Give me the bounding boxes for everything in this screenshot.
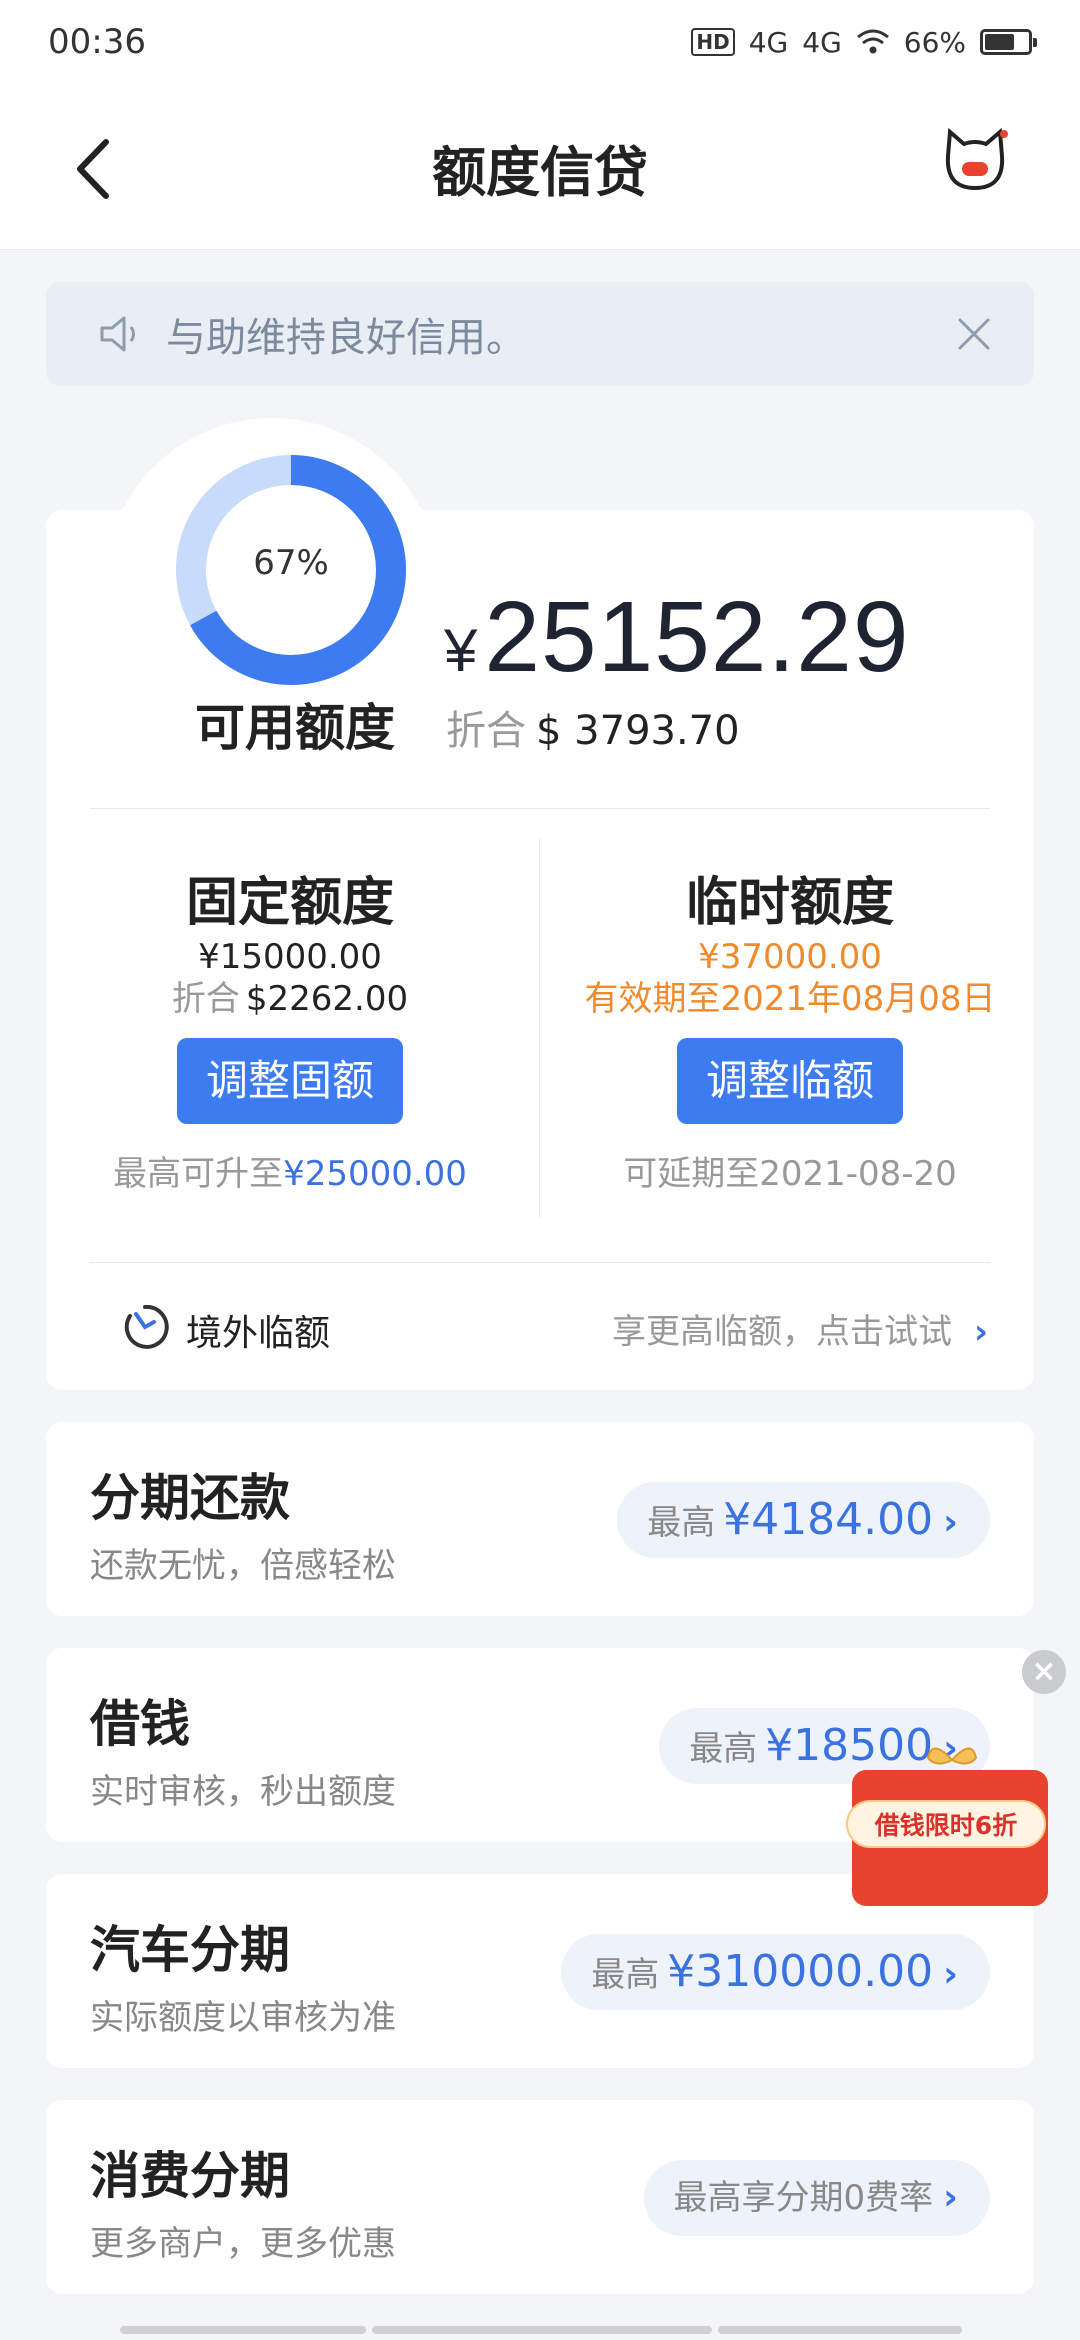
product-subtitle: 还款无忧，倍感轻松 <box>90 1546 396 1586</box>
notice-text: 与助维持良好信用。 <box>166 315 526 361</box>
temp-credit-title: 临时额度 <box>685 873 894 933</box>
home-indicator-2 <box>372 2326 712 2334</box>
product-title: 汽车分期 <box>90 1921 290 1979</box>
chevron-right-icon: › <box>943 1502 958 1543</box>
status-bar: 00:36 HD 4G 4G 66% <box>0 0 1080 84</box>
available-usd: 折合 $ 3793.70 <box>446 698 740 756</box>
chevron-right-icon: › <box>943 2177 958 2218</box>
product-title: 借钱 <box>90 1695 190 1753</box>
product-title: 分期还款 <box>90 1469 290 1527</box>
product-limit-pill[interactable]: 最高 ¥4184.00 › <box>617 1482 990 1558</box>
pill-prefix: 最高 <box>591 1955 660 1995</box>
wifi-icon <box>856 29 889 54</box>
fixed-credit-usd: 折合 $2262.00 <box>70 978 510 1020</box>
usd-prefix: 折合 <box>446 708 526 754</box>
ring-percent-label: 67% <box>253 543 329 583</box>
installment-repay-card[interactable]: 分期还款 还款无忧，倍感轻松 最高 ¥4184.00 › <box>46 1422 1034 1616</box>
fixed-max-text: 最高可升至¥25000.00 <box>70 1146 510 1195</box>
page-title: 额度信贷 <box>432 141 648 204</box>
bow-icon <box>926 1747 978 1765</box>
pill-value: ¥4184.00 <box>723 1494 934 1545</box>
home-indicator <box>120 2326 366 2334</box>
fixed-credit-amount: ¥15000.00 <box>198 937 382 977</box>
signal-4g-icon-2: 4G <box>802 25 842 59</box>
available-amount-value: 25152.29 <box>484 581 910 693</box>
available-credit-label: 可用额度 <box>195 699 395 757</box>
close-icon[interactable] <box>954 314 994 354</box>
divider <box>90 808 990 809</box>
pill-prefix: 最高 <box>689 1729 758 1769</box>
divider-vertical <box>539 838 540 1218</box>
product-subtitle: 更多商户，更多优惠 <box>90 2224 396 2264</box>
temp-credit-section: 临时额度 ¥37000.00 有效期至2021年08月08日 调整临额 可延期至… <box>570 860 1010 1195</box>
home-indicator-3 <box>718 2326 962 2334</box>
fixed-credit-section: 固定额度 ¥15000.00 折合 $2262.00 调整固额 最高可升至¥250… <box>70 860 510 1195</box>
product-limit-pill[interactable]: 最高 ¥310000.00 › <box>561 1934 990 2010</box>
fixed-usd-amount: $2262.00 <box>245 979 409 1019</box>
pill-prefix: 最高享分期0费率 <box>673 2178 934 2218</box>
product-subtitle: 实时审核，秒出额度 <box>90 1772 396 1812</box>
temp-extend-text: 可延期至2021-08-20 <box>623 1154 957 1194</box>
currency-symbol: ¥ <box>444 617 479 684</box>
hd-icon: HD <box>691 28 735 56</box>
product-limit-pill[interactable]: 最高享分期0费率 › <box>643 2160 990 2236</box>
usd-amount: $ 3793.70 <box>536 708 740 754</box>
battery-percent: 66% <box>903 25 966 59</box>
battery-icon <box>980 29 1037 55</box>
fixed-usd-prefix: 折合 <box>171 979 240 1019</box>
fixed-max-value: ¥25000.00 <box>283 1154 467 1194</box>
fixed-credit-title: 固定额度 <box>185 873 394 933</box>
adjust-fixed-button[interactable]: 调整固额 <box>177 1038 403 1124</box>
nav-bar: 额度信贷 <box>0 84 1080 250</box>
overseas-hint: 享更高临额，点击试试 › <box>612 1304 988 1353</box>
product-subtitle: 实际额度以审核为准 <box>90 1998 396 2038</box>
consumer-installment-card[interactable]: 消费分期 更多商户，更多优惠 最高享分期0费率 › <box>46 2100 1034 2294</box>
overseas-temp-credit-row[interactable]: 境外临额 享更高临额，点击试试 › <box>46 1262 1034 1388</box>
overseas-hint-text: 享更高临额，点击试试 <box>611 1312 952 1352</box>
promo-close-button[interactable]: × <box>1022 1650 1066 1694</box>
clock-icon <box>124 1304 169 1349</box>
promo-label: 借钱限时6折 <box>846 1800 1046 1848</box>
chevron-right-icon: › <box>973 1312 988 1352</box>
status-icons: HD 4G 4G 66% <box>691 25 1037 59</box>
product-title: 消费分期 <box>90 2147 290 2205</box>
pill-prefix: 最高 <box>647 1503 716 1543</box>
notice-banner: 与助维持良好信用。 <box>46 282 1034 386</box>
speaker-icon <box>100 316 135 352</box>
chevron-right-icon: › <box>943 1954 958 1995</box>
fixed-max-prefix: 最高可升至 <box>113 1154 284 1194</box>
temp-credit-validity: 有效期至2021年08月08日 <box>584 979 996 1019</box>
borrow-promo-badge[interactable]: 借钱限时6折 <box>832 1730 1072 1910</box>
pill-value: ¥310000.00 <box>667 1946 934 1997</box>
adjust-temp-button[interactable]: 调整临额 <box>677 1038 903 1124</box>
status-time: 00:36 <box>48 22 146 62</box>
temp-credit-amount: ¥37000.00 <box>698 937 882 977</box>
available-amount: ¥25152.29 <box>444 580 909 695</box>
signal-4g-icon: 4G <box>748 25 789 59</box>
overseas-label: 境外临额 <box>186 1313 331 1354</box>
assistant-cat-icon[interactable] <box>940 126 1010 196</box>
